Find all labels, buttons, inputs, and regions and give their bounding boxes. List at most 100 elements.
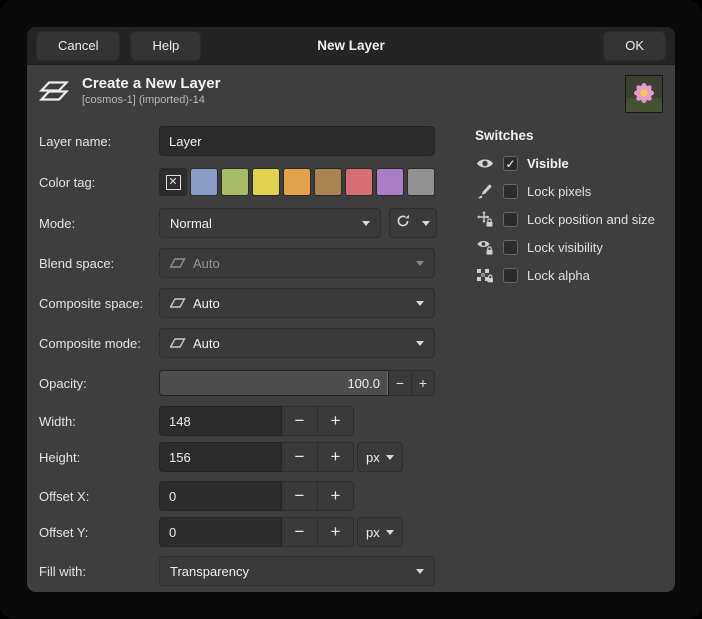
switch-label: Lock position and size [527,212,655,227]
color-tag-row: Color tag: ✕ [39,168,451,196]
color-tag-swatch-gray[interactable] [407,168,435,196]
layer-glyph-icon [170,337,186,349]
offset-x-row: Offset X: − + [39,481,451,511]
opacity-label: Opacity: [39,376,159,391]
offset-y-decrement-button[interactable]: − [282,517,318,547]
offset-x-label: Offset X: [39,489,159,504]
offset-x-input[interactable] [159,481,282,511]
width-spinner: − + [159,406,354,436]
opacity-slider[interactable]: 100.0 [159,370,389,396]
chevron-down-icon [362,221,370,226]
color-tag-label: Color tag: [39,175,159,190]
help-button[interactable]: Help [130,31,201,61]
switch-label: Visible [527,156,569,171]
fill-with-label: Fill with: [39,564,159,579]
offset-y-spinner: − + [159,517,354,547]
height-input[interactable] [159,442,282,472]
composite-mode-select[interactable]: Auto [159,328,435,358]
switch-row-lock-pixels: ✓ Lock pixels [475,183,655,199]
width-decrement-button[interactable]: − [282,406,318,436]
color-tag-swatch-green[interactable] [221,168,249,196]
composite-space-select[interactable]: Auto [159,288,435,318]
height-decrement-button[interactable]: − [282,442,318,472]
chevron-down-icon [416,261,424,266]
width-row: Width: − + [39,406,451,436]
chevron-down-icon [416,569,424,574]
switch-label: Lock alpha [527,268,590,283]
fill-with-value: Transparency [170,564,408,579]
chevron-down-icon [386,455,394,460]
ok-button[interactable]: OK [603,31,666,61]
cancel-button[interactable]: Cancel [36,31,120,61]
window-title: New Layer [27,38,675,53]
width-increment-button[interactable]: + [318,406,354,436]
layer-glyph-icon [170,257,186,269]
lock-pixels-checkbox[interactable]: ✓ [503,184,518,199]
paintbrush-icon [475,183,495,199]
size-unit-select[interactable]: px [357,442,403,472]
blend-space-select: Auto [159,248,435,278]
offset-y-input[interactable] [159,517,282,547]
minus-icon: − [295,522,305,542]
titlebar: Cancel Help New Layer OK [27,27,675,65]
eye-lock-icon [475,239,495,255]
composite-mode-value: Auto [193,336,408,351]
visible-checkbox[interactable]: ✓ [503,156,518,171]
minus-icon: − [396,375,404,391]
dialog-body: Layer name: Color tag: ✕ [39,126,663,586]
lock-alpha-checkbox[interactable]: ✓ [503,268,518,283]
offset-y-increment-button[interactable]: + [318,517,354,547]
minus-icon: − [295,447,305,467]
height-increment-button[interactable]: + [318,442,354,472]
dialog-header-text: Create a New Layer [cosmos-1] (imported)… [82,75,220,106]
width-input[interactable] [159,406,282,436]
plus-icon: + [331,522,341,542]
switches-title: Switches [475,128,655,143]
alpha-lock-icon [475,267,495,283]
layer-name-input[interactable] [159,126,435,156]
opacity-increment-button[interactable]: + [412,370,435,396]
color-tag-none-swatch[interactable]: ✕ [159,168,187,196]
layer-form: Layer name: Color tag: ✕ [39,126,451,586]
plus-icon: + [331,447,341,467]
composite-mode-label: Composite mode: [39,336,159,351]
blend-space-row: Blend space: Auto [39,248,451,278]
color-tag-swatch-red[interactable] [345,168,373,196]
chevron-down-icon [422,221,430,226]
chevron-down-icon [386,530,394,535]
chevron-down-icon [416,341,424,346]
color-tag-swatch-brown[interactable] [314,168,342,196]
mode-options-button[interactable] [389,208,437,238]
opacity-row: Opacity: 100.0 − + [39,370,451,396]
switch-label: Lock pixels [527,184,591,199]
blend-space-label: Blend space: [39,256,159,271]
color-tag-swatch-yellow[interactable] [252,168,280,196]
opacity-decrement-button[interactable]: − [389,370,412,396]
mode-select[interactable]: Normal [159,208,381,238]
size-unit-value: px [366,450,381,465]
check-icon: ✓ [505,158,515,170]
offset-x-increment-button[interactable]: + [318,481,354,511]
composite-space-label: Composite space: [39,296,159,311]
fill-with-select[interactable]: Transparency [159,556,435,586]
color-tag-swatch-violet[interactable] [376,168,404,196]
color-tag-swatch-orange[interactable] [283,168,311,196]
refresh-icon [396,214,410,233]
lock-visibility-checkbox[interactable]: ✓ [503,240,518,255]
mode-row: Mode: Normal [39,208,451,238]
plus-icon: + [331,486,341,506]
layers-icon [39,78,73,110]
dialog-header: Create a New Layer [cosmos-1] (imported)… [39,75,663,113]
offset-y-row: Offset Y: − + px [39,517,451,547]
offset-unit-select[interactable]: px [357,517,403,547]
minus-icon: − [295,486,305,506]
dialog-content: Create a New Layer [cosmos-1] (imported)… [27,65,675,586]
color-tag-swatch-blue[interactable] [190,168,218,196]
width-label: Width: [39,414,159,429]
eye-icon [475,157,495,170]
offset-x-decrement-button[interactable]: − [282,481,318,511]
switch-label: Lock visibility [527,240,603,255]
switch-row-lock-position: ✓ Lock position and size [475,211,655,227]
switch-row-lock-alpha: ✓ Lock alpha [475,267,655,283]
lock-position-checkbox[interactable]: ✓ [503,212,518,227]
